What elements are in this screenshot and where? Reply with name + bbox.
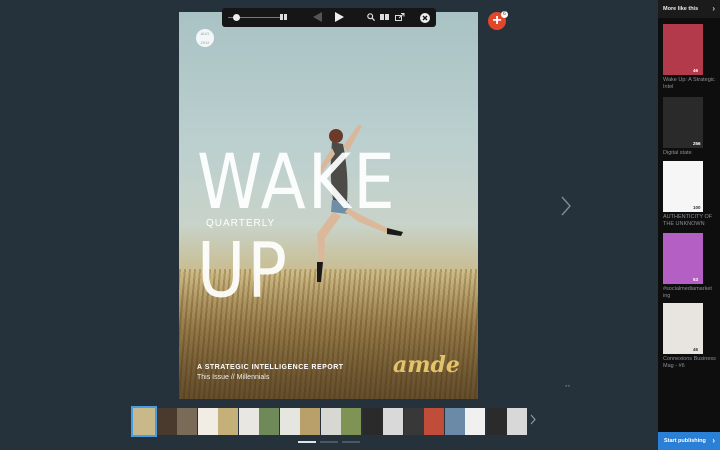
page-thumbnail[interactable]	[131, 406, 157, 437]
publication-cover-thumbnail[interactable]: 46	[663, 24, 703, 75]
page-count-badge: 46	[693, 68, 699, 73]
page-thumbnail[interactable]	[321, 408, 361, 435]
add-count-badge: 6	[501, 11, 508, 18]
cover-brand-logo: amde	[393, 352, 460, 378]
page-thumbnail[interactable]	[487, 408, 527, 435]
cover-issue-label: This Issue // Millennials	[197, 374, 270, 381]
start-publishing-label: Start publishing	[664, 438, 706, 444]
page-thumbnail[interactable]	[239, 408, 279, 435]
search-icon[interactable]	[366, 8, 376, 27]
page-count-badge: 100	[693, 205, 701, 210]
pages-icon[interactable]	[379, 8, 391, 27]
cover-report-label: A STRATEGIC INTELLIGENCE REPORT	[197, 364, 344, 371]
publication-title[interactable]: Wake Up: A Strategic Intel	[663, 77, 719, 90]
close-icon[interactable]	[419, 8, 431, 27]
page-count-badge: 46	[693, 347, 699, 352]
cover-subtitle: QUARTERLY	[206, 218, 276, 229]
start-publishing-button[interactable]: Start publishing ›	[658, 432, 720, 450]
prev-page-icon[interactable]	[311, 8, 323, 27]
chevron-right-icon: ›	[712, 436, 715, 445]
play-icon[interactable]	[333, 8, 345, 27]
publication-title[interactable]: Connexions Business Mag - #6	[663, 356, 719, 369]
publication-cover-thumbnail[interactable]: 256	[663, 97, 703, 148]
sidebar-header-label: More like this	[663, 6, 699, 12]
page-thumbnail[interactable]	[157, 408, 197, 435]
publication-cover-thumbnail[interactable]: 46	[663, 303, 703, 354]
publication-cover-thumbnail[interactable]: 100	[663, 161, 703, 212]
pager-dot[interactable]	[298, 441, 316, 443]
page-count-badge: 53	[693, 277, 699, 282]
pager-dot[interactable]	[342, 441, 360, 443]
page-thumbnail[interactable]	[198, 408, 238, 435]
zoom-slider-knob[interactable]	[233, 14, 240, 21]
page-thumbnail[interactable]	[363, 408, 403, 435]
reader-toolbar	[222, 8, 436, 27]
cover-date-badge: AUG 2012	[196, 29, 214, 47]
share-icon[interactable]	[394, 8, 406, 27]
chevron-right-icon[interactable]: ›	[712, 0, 715, 18]
page-count-badge: 256	[693, 141, 701, 146]
next-page-arrow-icon[interactable]	[561, 196, 575, 218]
fullscreen-icon[interactable]: ▪▪	[565, 383, 570, 390]
publication-title[interactable]: AUTHENTICITY OF THE UNKNOWN	[663, 214, 719, 227]
page-thumbnail[interactable]	[280, 408, 320, 435]
thumbnail-next-arrow-icon[interactable]	[530, 414, 536, 428]
reader-viewer: AUG 2012 WAKE UP QUARTERLY A STRATEGIC I…	[0, 0, 658, 450]
sidebar-header[interactable]: More like this ›	[658, 0, 720, 18]
publication-title[interactable]: Digital state	[663, 150, 719, 157]
publication-title[interactable]: #socialmediamarket ing	[663, 286, 719, 299]
page-thumbnail[interactable]	[404, 408, 444, 435]
publication-cover-thumbnail[interactable]: 53	[663, 233, 703, 284]
magazine-cover-page[interactable]: AUG 2012 WAKE UP QUARTERLY A STRATEGIC I…	[179, 12, 478, 399]
grid-icon[interactable]	[278, 8, 290, 27]
page-thumbnail[interactable]	[445, 408, 485, 435]
related-sidebar: More like this › 46 Wake Up: A Strategic …	[658, 0, 720, 450]
pager-dot[interactable]	[320, 441, 338, 443]
